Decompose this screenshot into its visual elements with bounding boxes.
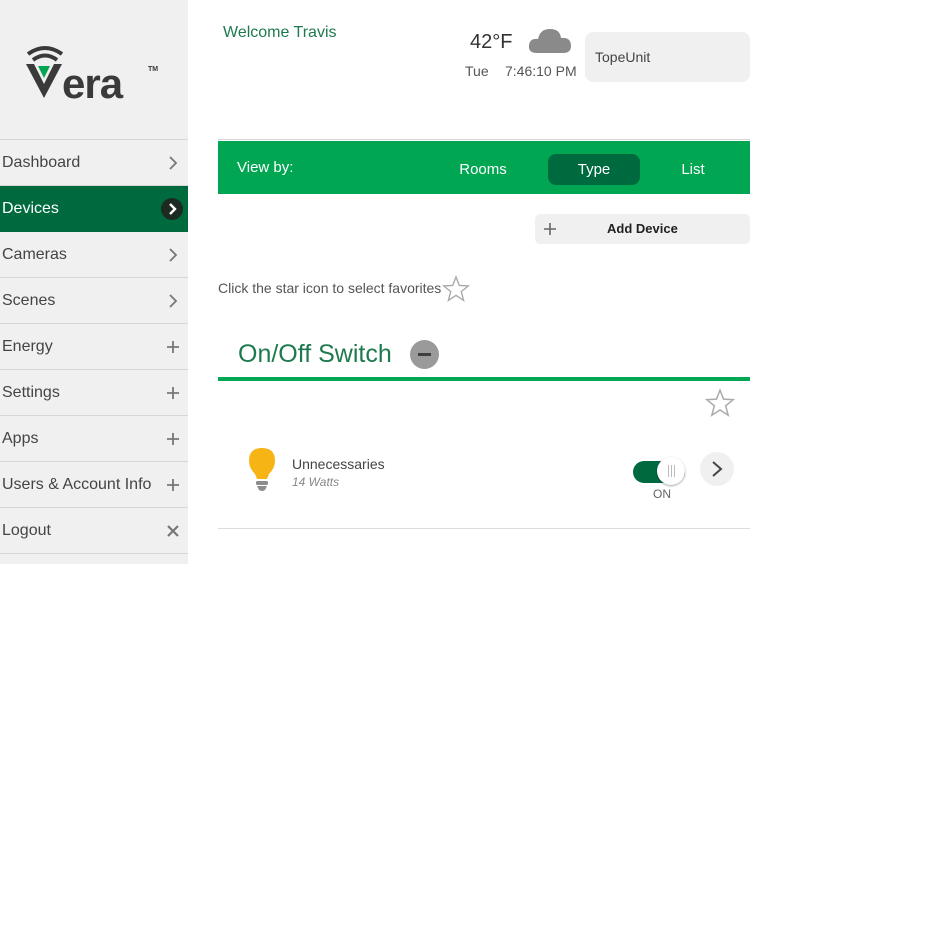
chevron-right-icon [166, 293, 180, 308]
favorites-hint: Click the star icon to select favorites [218, 280, 442, 296]
sidebar-item-users-account-info[interactable]: Users & Account Info [0, 462, 188, 508]
collapse-icon[interactable] [410, 340, 439, 369]
device-details-button[interactable] [700, 452, 734, 486]
sidebar-item-label: Settings [2, 383, 60, 401]
sidebar: era TM Dashboard Devices Cameras Scenes [0, 0, 188, 564]
category-title: On/Off Switch [238, 340, 392, 368]
device-name: Unnecessaries [292, 456, 385, 472]
sidebar-item-devices[interactable]: Devices [0, 186, 188, 232]
sidebar-item-scenes[interactable]: Scenes [0, 278, 188, 324]
sidebar-item-label: Logout [2, 521, 51, 539]
plus-icon [166, 340, 180, 354]
vera-logo[interactable]: era TM [22, 40, 162, 102]
sidebar-item-label: Users & Account Info [2, 475, 152, 493]
svg-text:TM: TM [148, 66, 158, 73]
plus-icon [166, 386, 180, 400]
sidebar-item-settings[interactable]: Settings [0, 370, 188, 416]
sidebar-item-dashboard[interactable]: Dashboard [0, 140, 188, 186]
sidebar-item-energy[interactable]: Energy [0, 324, 188, 370]
tab-type[interactable]: Type [548, 154, 640, 185]
sidebar-item-label: Devices [2, 199, 59, 217]
star-icon[interactable] [705, 388, 735, 418]
sidebar-item-logout[interactable]: Logout [0, 508, 188, 554]
view-by-label: View by: [237, 159, 294, 176]
weather-day: Tue [465, 63, 489, 79]
sidebar-item-cameras[interactable]: Cameras [0, 232, 188, 278]
sidebar-item-label: Energy [2, 337, 53, 355]
chevron-right-icon [712, 461, 723, 477]
plus-icon [543, 218, 557, 241]
tab-list[interactable]: List [654, 154, 732, 185]
welcome-message: Welcome Travis [223, 24, 337, 41]
view-by-bar: View by: Rooms Type List [218, 141, 750, 194]
sidebar-item-apps[interactable]: Apps [0, 416, 188, 462]
chevron-right-icon [166, 247, 180, 262]
sidebar-item-label: Dashboard [2, 153, 81, 171]
star-icon[interactable] [442, 275, 470, 303]
weather-time: 7:46:10 PM [505, 63, 577, 79]
header-divider [218, 139, 750, 140]
device-power: 14 Watts [292, 475, 340, 489]
sidebar-nav: Dashboard Devices Cameras Scenes Energy [0, 139, 188, 554]
sidebar-item-label: Scenes [2, 291, 56, 309]
sidebar-item-label: Apps [2, 429, 39, 447]
sidebar-item-label: Cameras [2, 245, 67, 263]
chevron-right-icon [166, 155, 180, 170]
toggle-knob[interactable] [657, 457, 685, 485]
row-divider [218, 528, 750, 529]
close-icon [166, 524, 180, 538]
plus-icon [166, 478, 180, 492]
tab-rooms[interactable]: Rooms [444, 154, 522, 185]
add-device-label: Add Device [607, 221, 678, 236]
chevron-right-icon [161, 197, 183, 220]
category-underline [218, 377, 750, 381]
lightbulb-icon [249, 448, 275, 491]
temperature: 42°F [470, 31, 513, 53]
add-device-button[interactable]: Add Device [535, 214, 750, 244]
plus-icon [166, 432, 180, 446]
svg-text:era: era [62, 60, 124, 102]
cloud-icon [528, 29, 571, 53]
unit-selector[interactable]: TopeUnit [585, 32, 750, 82]
toggle-state-label: ON [653, 487, 671, 501]
logo-area: era TM [0, 0, 188, 139]
